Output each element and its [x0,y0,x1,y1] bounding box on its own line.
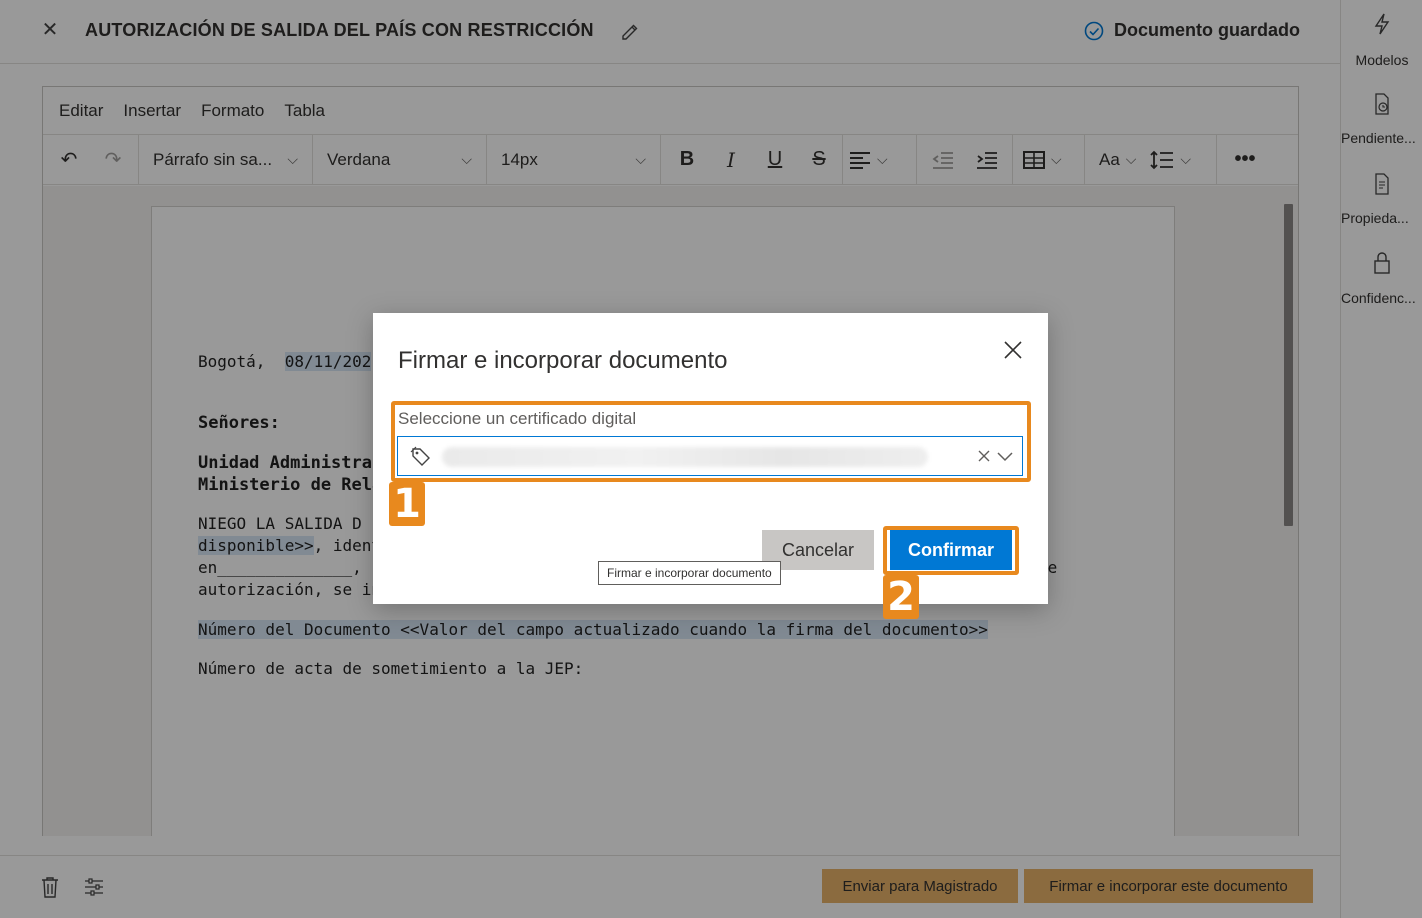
dialog-title: Firmar e incorporar documento [398,347,728,374]
annotation-box-1 [391,401,1031,482]
annotation-number-1: 1 [389,482,425,526]
annotation-box-2 [883,526,1019,575]
tooltip: Firmar e incorporar documento [598,561,781,585]
close-icon[interactable] [1002,339,1024,361]
annotation-number-2: 2 [883,575,919,619]
